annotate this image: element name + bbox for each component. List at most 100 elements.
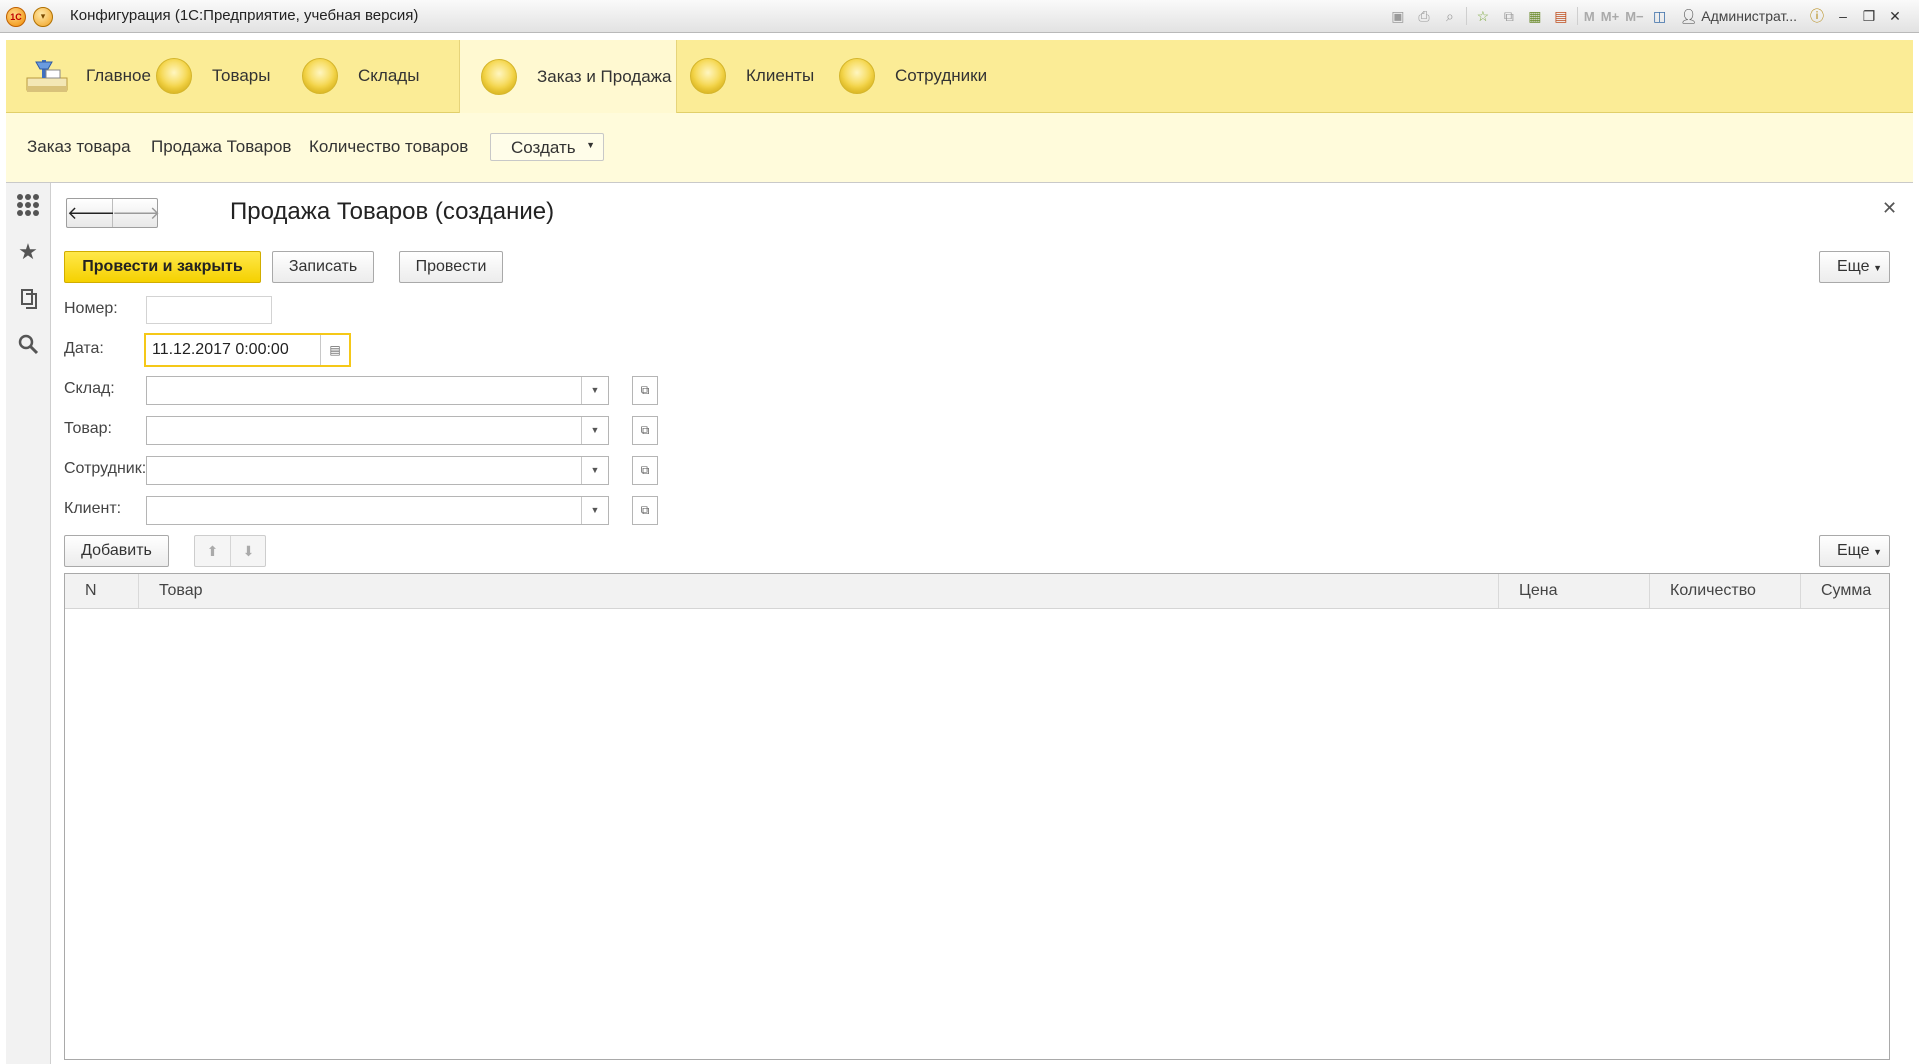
section-products[interactable]: Товары: [156, 40, 270, 112]
forward-arrow-icon[interactable]: 🡒: [112, 199, 160, 227]
section-label: Клиенты: [746, 66, 815, 85]
functions-panel: Заказ товара Продажа Товаров Количество …: [6, 113, 1913, 183]
number-label: Номер:: [64, 300, 118, 317]
window-title: Конфигурация (1С:Предприятие, учебная ве…: [70, 7, 419, 24]
more-label: Еще: [1837, 542, 1870, 559]
open-icon[interactable]: ⧉: [632, 416, 658, 445]
more-label: Еще: [1837, 258, 1870, 275]
table-more-button[interactable]: Еще ▼: [1819, 535, 1890, 567]
product-label: Товар:: [64, 420, 112, 437]
dropdown-arrow-icon[interactable]: ▼: [581, 377, 608, 404]
calendar-icon[interactable]: ▤: [1551, 6, 1571, 26]
close-window-icon[interactable]: ✕: [1885, 6, 1905, 26]
column-header-quantity[interactable]: Количество: [1650, 574, 1801, 608]
info-icon[interactable]: ⓘ: [1807, 6, 1827, 26]
minimize-icon[interactable]: ‒: [1833, 6, 1853, 26]
chevron-down-icon: ▼: [1873, 263, 1882, 273]
title-toolbar: ▣ ⎙ ⌕ ☆ ⧉ ▦ ▤ M M+ M− ◫ 👤︎ Администрат..…: [1388, 4, 1905, 28]
section-icon: [690, 58, 726, 94]
column-header-product[interactable]: Товар: [139, 574, 1499, 608]
move-down-icon[interactable]: ⬇: [231, 536, 266, 566]
number-field[interactable]: [146, 296, 272, 324]
section-label: Товары: [212, 66, 271, 85]
function-goods-quantity[interactable]: Количество товаров: [309, 137, 468, 157]
add-row-button[interactable]: Добавить: [64, 535, 169, 567]
save-button[interactable]: Записать: [272, 251, 374, 283]
date-label: Дата:: [64, 340, 104, 357]
post-and-close-button[interactable]: Провести и закрыть: [64, 251, 261, 283]
employee-input[interactable]: ▼: [146, 456, 609, 485]
back-arrow-icon[interactable]: 🡐: [67, 199, 115, 227]
separator: [1465, 7, 1467, 25]
dropdown-arrow-icon[interactable]: ▼: [581, 497, 608, 524]
column-header-sum[interactable]: Сумма: [1801, 574, 1889, 608]
separator: [1576, 7, 1578, 25]
memory-plus-icon[interactable]: M+: [1601, 6, 1619, 26]
section-label: Заказ и Продажа: [537, 66, 672, 86]
function-sale-goods[interactable]: Продажа Товаров: [151, 137, 291, 157]
client-input[interactable]: ▼: [146, 496, 609, 525]
section-icon: [156, 58, 192, 94]
restore-icon[interactable]: ❐: [1859, 6, 1879, 26]
open-icon[interactable]: ⧉: [632, 376, 658, 405]
column-header-n[interactable]: N: [65, 574, 139, 608]
open-icon[interactable]: ⧉: [632, 456, 658, 485]
create-label: Создать: [511, 138, 576, 157]
history-icon[interactable]: [16, 287, 40, 311]
all-functions-icon[interactable]: [16, 193, 40, 217]
move-buttons: ⬆ ⬇: [194, 535, 266, 567]
main-menu-icon[interactable]: ▾: [33, 7, 53, 27]
open-icon[interactable]: ⧉: [632, 496, 658, 525]
app-logo-icon[interactable]: 1C: [6, 7, 26, 27]
function-order-goods[interactable]: Заказ товара: [27, 137, 131, 157]
goods-table[interactable]: N Товар Цена Количество Сумма: [64, 573, 1890, 1060]
warehouse-input[interactable]: ▼: [146, 376, 609, 405]
employee-label: Сотрудник:: [64, 460, 147, 477]
section-main[interactable]: Главное: [24, 40, 151, 112]
employee-field[interactable]: ▼ ⧉: [146, 456, 660, 485]
client-field[interactable]: ▼ ⧉: [146, 496, 660, 525]
section-icon: [302, 58, 338, 94]
section-label: Главное: [86, 66, 151, 85]
warehouse-field[interactable]: ▼ ⧉: [146, 376, 660, 405]
panels-icon[interactable]: ◫: [1650, 6, 1670, 26]
favorites-star-icon[interactable]: ★: [16, 240, 40, 264]
more-button[interactable]: Еще ▼: [1819, 251, 1890, 283]
chevron-down-icon: ▼: [1873, 547, 1882, 557]
save-icon[interactable]: ▣: [1388, 6, 1408, 26]
table-header: N Товар Цена Количество Сумма: [65, 574, 1889, 609]
close-form-icon[interactable]: ✕: [1882, 198, 1897, 219]
date-value: 11.12.2017 0:00:00: [152, 341, 289, 358]
history-icon[interactable]: ⧉: [1499, 6, 1519, 26]
chevron-down-icon: ▼: [586, 140, 595, 150]
column-header-price[interactable]: Цена: [1499, 574, 1650, 608]
section-label: Сотрудники: [895, 66, 988, 85]
product-input[interactable]: ▼: [146, 416, 609, 445]
section-employees[interactable]: Сотрудники: [839, 40, 987, 112]
memory-minus-icon[interactable]: M−: [1625, 6, 1643, 26]
preview-icon[interactable]: ⌕: [1440, 6, 1460, 26]
sections-panel: Главное Товары Склады Заказ и Продажа Кл…: [6, 40, 1913, 113]
window-title-bar: 1C ▾ Конфигурация (1С:Предприятие, учебн…: [0, 0, 1919, 33]
favorites-icon[interactable]: ☆: [1473, 6, 1493, 26]
section-order-sale[interactable]: Заказ и Продажа: [459, 40, 677, 113]
section-warehouses[interactable]: Склады: [302, 40, 419, 112]
warehouse-label: Склад:: [64, 380, 115, 397]
dropdown-arrow-icon[interactable]: ▼: [581, 457, 608, 484]
calendar-icon[interactable]: ▤: [320, 335, 349, 365]
section-clients[interactable]: Клиенты: [690, 40, 814, 112]
create-button[interactable]: Создать ▼: [490, 133, 604, 161]
calculator-icon[interactable]: ▦: [1525, 6, 1545, 26]
form-title: Продажа Товаров (создание): [230, 198, 555, 225]
section-icon: [481, 58, 517, 95]
memory-m-icon[interactable]: M: [1584, 6, 1595, 26]
left-toolbar: ★: [6, 183, 51, 1064]
current-user[interactable]: 👤︎ Администрат...: [1676, 8, 1801, 25]
post-button[interactable]: Провести: [399, 251, 503, 283]
date-field[interactable]: 11.12.2017 0:00:00 ▤: [144, 333, 351, 367]
dropdown-arrow-icon[interactable]: ▼: [581, 417, 608, 444]
move-up-icon[interactable]: ⬆: [195, 536, 231, 566]
print-icon[interactable]: ⎙: [1414, 6, 1434, 26]
search-icon[interactable]: [16, 333, 40, 357]
product-field[interactable]: ▼ ⧉: [146, 416, 660, 445]
